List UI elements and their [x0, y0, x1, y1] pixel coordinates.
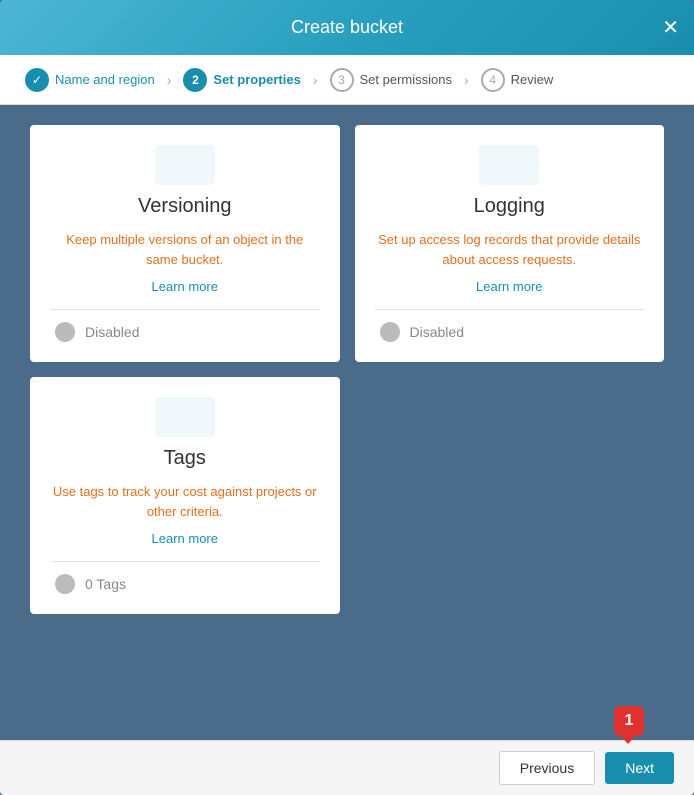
- tags-icon: [155, 397, 215, 437]
- step-1-circle: ✓: [25, 68, 49, 92]
- versioning-learn-more[interactable]: Learn more: [152, 279, 218, 294]
- logging-toggle-circle: [380, 322, 400, 342]
- step-divider-2: ›: [311, 72, 320, 88]
- create-bucket-modal: Create bucket ✕ ✓ Name and region › 2 Se…: [0, 0, 694, 795]
- step-name-and-region[interactable]: ✓ Name and region: [15, 68, 165, 92]
- step-2-circle: 2: [183, 68, 207, 92]
- logging-toggle-label: Disabled: [410, 324, 464, 340]
- previous-button[interactable]: Previous: [499, 751, 595, 785]
- modal-header: Create bucket ✕: [0, 0, 694, 55]
- step-1-label: Name and region: [55, 72, 155, 87]
- step-set-properties[interactable]: 2 Set properties: [173, 68, 310, 92]
- close-button[interactable]: ✕: [662, 18, 679, 38]
- logging-toggle[interactable]: Disabled: [375, 322, 645, 342]
- empty-card-slot: [355, 377, 665, 614]
- modal-footer: 1 Previous Next: [0, 740, 694, 795]
- tags-title: Tags: [164, 447, 206, 470]
- logging-divider: [375, 309, 645, 310]
- tags-card: Tags Use tags to track your cost against…: [30, 377, 340, 614]
- tags-description: Use tags to track your cost against proj…: [50, 482, 320, 521]
- tags-toggle-circle: [55, 574, 75, 594]
- step-3-label: Set permissions: [360, 72, 452, 87]
- step-4-circle: 4: [481, 68, 505, 92]
- step-4-label: Review: [511, 72, 554, 87]
- step-review[interactable]: 4 Review: [471, 68, 564, 92]
- versioning-toggle[interactable]: Disabled: [50, 322, 320, 342]
- tags-toggle-label: 0 Tags: [85, 576, 126, 592]
- next-button[interactable]: Next: [605, 752, 674, 784]
- logging-icon: [479, 145, 539, 185]
- logging-title: Logging: [474, 195, 545, 218]
- step-3-circle: 3: [330, 68, 354, 92]
- versioning-title: Versioning: [138, 195, 231, 218]
- logging-description: Set up access log records that provide d…: [375, 230, 645, 269]
- cards-grid: Versioning Keep multiple versions of an …: [30, 125, 664, 362]
- tags-toggle[interactable]: 0 Tags: [50, 574, 320, 594]
- step-2-label: Set properties: [213, 72, 300, 87]
- versioning-divider: [50, 309, 320, 310]
- logging-card: Logging Set up access log records that p…: [355, 125, 665, 362]
- versioning-toggle-circle: [55, 322, 75, 342]
- steps-bar: ✓ Name and region › 2 Set properties › 3…: [0, 55, 694, 105]
- logging-learn-more[interactable]: Learn more: [476, 279, 542, 294]
- tags-divider: [50, 561, 320, 562]
- step-set-permissions[interactable]: 3 Set permissions: [320, 68, 462, 92]
- step-divider-3: ›: [462, 72, 471, 88]
- versioning-icon: [155, 145, 215, 185]
- tags-learn-more[interactable]: Learn more: [152, 531, 218, 546]
- modal-body: Versioning Keep multiple versions of an …: [0, 105, 694, 740]
- versioning-description: Keep multiple versions of an object in t…: [50, 230, 320, 269]
- step-divider-1: ›: [165, 72, 174, 88]
- versioning-card: Versioning Keep multiple versions of an …: [30, 125, 340, 362]
- versioning-toggle-label: Disabled: [85, 324, 139, 340]
- notification-badge: 1: [614, 706, 644, 736]
- modal-title: Create bucket: [291, 17, 403, 38]
